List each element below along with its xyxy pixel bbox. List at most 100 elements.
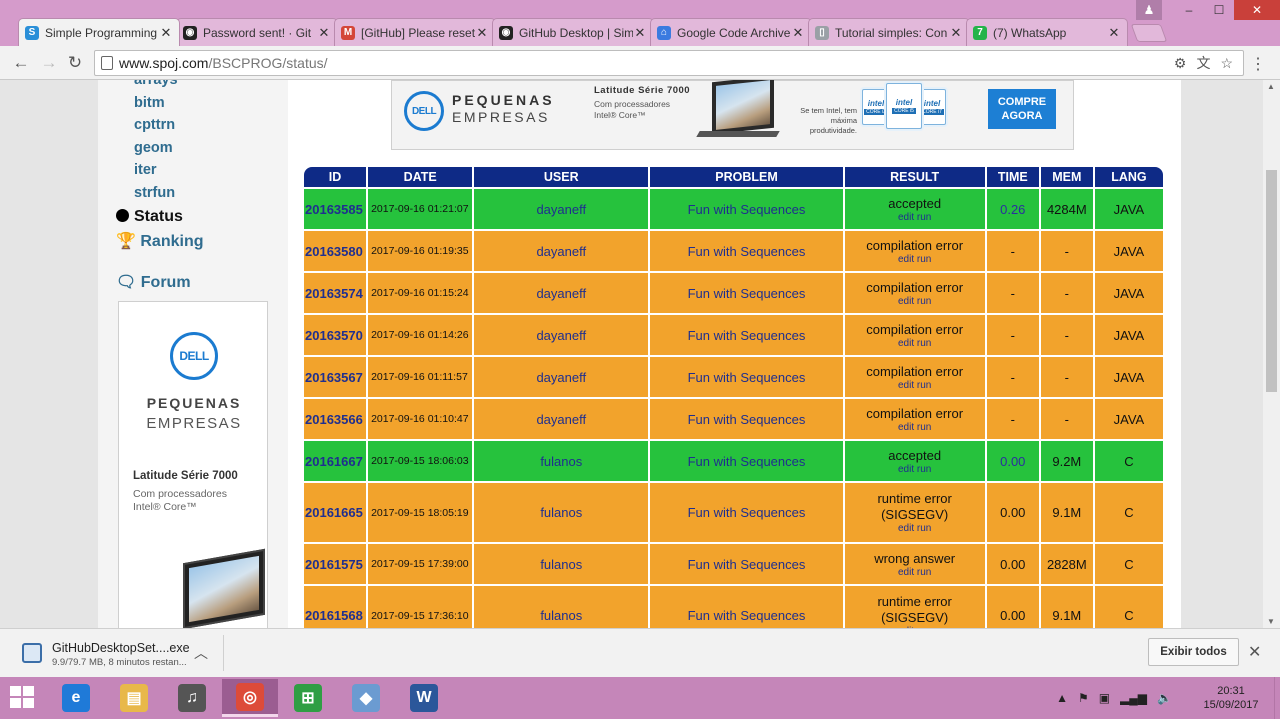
problem-link[interactable]: Fun with Sequences [650, 357, 843, 397]
sidebar-item-ranking[interactable]: 🏆 Ranking [116, 231, 204, 251]
user-link[interactable]: fulanos [474, 483, 649, 542]
close-window-button[interactable]: ✕ [1234, 0, 1280, 20]
top-advertisement[interactable]: DELL PEQUENAS EMPRESAS Latitude Série 70… [391, 80, 1074, 150]
close-tab-icon[interactable]: ✕ [159, 25, 173, 41]
forward-button[interactable]: → [38, 52, 60, 74]
network-device-icon[interactable]: ▣ [1099, 691, 1110, 705]
sidebar-item-forum[interactable]: 🗨 Forum [116, 272, 191, 292]
tab-3[interactable]: M [GitHub] Please reset ✕ [334, 18, 496, 46]
close-tab-icon[interactable]: ✕ [317, 25, 331, 41]
sidebar-link-strfun[interactable]: strfun [134, 185, 178, 208]
close-tab-icon[interactable]: ✕ [1107, 25, 1121, 41]
scrollbar-thumb[interactable] [1266, 170, 1277, 392]
sidebar-link-cpttrn[interactable]: cpttrn [134, 117, 178, 140]
taskbar-app-media-tool[interactable]: ♫ [164, 679, 220, 717]
taskbar-app-word[interactable]: W [396, 679, 452, 717]
submission-id-link[interactable]: 20161575 [304, 544, 367, 584]
column-header-id[interactable]: ID [304, 167, 367, 187]
column-header-date[interactable]: DATE [368, 167, 473, 187]
submission-id-link[interactable]: 20161568 [304, 586, 367, 628]
chevron-up-icon[interactable]: ︿ [194, 643, 208, 663]
user-link[interactable]: dayaneff [474, 273, 649, 313]
column-header-user[interactable]: USER [474, 167, 649, 187]
taskbar-app-chrome[interactable]: ◎ [222, 679, 278, 717]
problem-link[interactable]: Fun with Sequences [650, 315, 843, 355]
bookmark-star-icon[interactable]: ☆ [1220, 51, 1233, 75]
show-hidden-icons-icon[interactable]: ▲ [1056, 691, 1068, 705]
tab-2[interactable]: ◉ Password sent! · Git ✕ [176, 18, 338, 46]
back-button[interactable]: ← [10, 52, 32, 74]
submission-id-link[interactable]: 20161665 [304, 483, 367, 542]
column-header-result[interactable]: RESULT [844, 167, 985, 187]
close-tab-icon[interactable]: ✕ [791, 25, 805, 41]
column-header-time[interactable]: TIME [986, 167, 1039, 187]
sidebar-link-arrays[interactable]: arrays [134, 80, 178, 95]
problem-link[interactable]: Fun with Sequences [650, 586, 843, 628]
submission-id-link[interactable]: 20161667 [304, 441, 367, 481]
taskbar-app-file-explorer[interactable]: ▤ [106, 679, 162, 717]
user-link[interactable]: fulanos [474, 544, 649, 584]
column-header-problem[interactable]: PROBLEM [650, 167, 843, 187]
edit-run-links[interactable]: edit run [845, 567, 985, 578]
windows-start-icon[interactable] [10, 686, 36, 710]
problem-link[interactable]: Fun with Sequences [650, 483, 843, 542]
edit-run-links[interactable]: edit run [845, 422, 985, 433]
minimize-button[interactable]: – [1174, 0, 1204, 20]
close-shelf-icon[interactable]: ✕ [1248, 642, 1261, 662]
user-link[interactable]: dayaneff [474, 231, 649, 271]
submission-id-link[interactable]: 20163585 [304, 189, 367, 229]
sidebar-link-bitm[interactable]: bitm [134, 95, 178, 118]
signal-icon[interactable]: ▂▄▆ [1120, 691, 1147, 705]
submission-id-link[interactable]: 20163574 [304, 273, 367, 313]
tab-4[interactable]: ◉ GitHub Desktop | Sim ✕ [492, 18, 654, 46]
translate-icon[interactable]: 文 [1196, 51, 1210, 75]
page-info-icon[interactable] [101, 56, 113, 70]
taskbar-app-virtualbox[interactable]: ◆ [338, 679, 394, 717]
taskbar-app-store[interactable]: ⊞ [280, 679, 336, 717]
user-link[interactable]: dayaneff [474, 315, 649, 355]
side-advertisement[interactable]: DELL PEQUENAS EMPRESAS Latitude Série 70… [118, 301, 268, 628]
reload-button[interactable]: ↻ [64, 52, 86, 74]
profile-icon[interactable]: ♟ [1136, 0, 1162, 20]
tab-5[interactable]: ⌂ Google Code Archive ✕ [650, 18, 812, 46]
address-bar[interactable]: www.spoj.com/BSCPROG/status/ ⚙ 文 ☆ [94, 50, 1244, 76]
submission-id-link[interactable]: 20163567 [304, 357, 367, 397]
edit-run-links[interactable]: edit run [845, 296, 985, 307]
edit-run-links[interactable]: edit run [845, 254, 985, 265]
maximize-button[interactable]: ☐ [1204, 0, 1234, 20]
problem-link[interactable]: Fun with Sequences [650, 273, 843, 313]
vertical-scrollbar[interactable]: ▲ ▼ [1263, 80, 1280, 628]
tab-1[interactable]: S Simple Programming ✕ [18, 18, 180, 46]
problem-link[interactable]: Fun with Sequences [650, 231, 843, 271]
user-link[interactable]: dayaneff [474, 189, 649, 229]
submission-id-link[interactable]: 20163570 [304, 315, 367, 355]
user-link[interactable]: fulanos [474, 441, 649, 481]
user-link[interactable]: fulanos [474, 586, 649, 628]
edit-run-links[interactable]: edit run [845, 338, 985, 349]
submission-id-link[interactable]: 20163580 [304, 231, 367, 271]
tab-6[interactable]: ▯ Tutorial simples: Con ✕ [808, 18, 970, 46]
buy-now-button[interactable]: COMPRE AGORA [988, 89, 1056, 129]
new-tab-button[interactable] [1130, 24, 1168, 42]
edit-run-links[interactable]: edit run [845, 380, 985, 391]
chrome-menu-icon[interactable]: ⋮ [1250, 54, 1266, 74]
edit-run-links[interactable]: edit run [845, 464, 985, 475]
user-link[interactable]: dayaneff [474, 357, 649, 397]
problem-link[interactable]: Fun with Sequences [650, 544, 843, 584]
edit-run-links[interactable]: edit run [845, 212, 985, 223]
problem-link[interactable]: Fun with Sequences [650, 189, 843, 229]
column-header-lang[interactable]: LANG [1094, 167, 1163, 187]
edit-run-links[interactable]: edit run [845, 523, 985, 534]
volume-icon[interactable]: 🔈 [1157, 691, 1172, 705]
close-tab-icon[interactable]: ✕ [633, 25, 647, 41]
submission-id-link[interactable]: 20163566 [304, 399, 367, 439]
problem-link[interactable]: Fun with Sequences [650, 399, 843, 439]
show-all-downloads-button[interactable]: Exibir todos [1148, 638, 1239, 666]
site-settings-icon[interactable]: ⚙ [1174, 51, 1187, 75]
sidebar-link-geom[interactable]: geom [134, 140, 178, 163]
sidebar-item-status[interactable]: Status [116, 208, 183, 226]
show-desktop-button[interactable] [1274, 677, 1280, 719]
taskbar-clock[interactable]: 20:31 15/09/2017 [1196, 684, 1266, 712]
download-item[interactable]: GitHubDesktopSet....exe 9.9/79.7 MB, 8 m… [10, 635, 224, 671]
problem-link[interactable]: Fun with Sequences [650, 441, 843, 481]
